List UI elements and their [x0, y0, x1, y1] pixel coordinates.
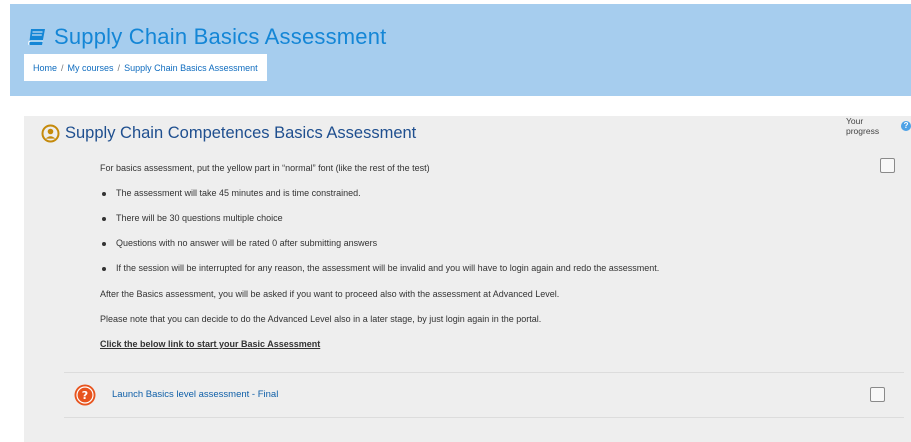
section-completion-checkbox[interactable] [880, 158, 895, 173]
course-title: Supply Chain Basics Assessment [54, 24, 387, 49]
bullet-icon [102, 191, 106, 196]
breadcrumb-separator: / [117, 62, 121, 73]
breadcrumb-course[interactable]: Supply Chain Basics Assessment [124, 63, 258, 73]
list-item-text: Questions with no answer will be rated 0… [116, 238, 378, 248]
section-title: Supply Chain Competences Basics Assessme… [41, 124, 416, 143]
start-instruction: Click the below link to start your Basic… [100, 339, 321, 349]
breadcrumb-home[interactable]: Home [33, 63, 57, 73]
progress-label: Your progress [846, 116, 880, 136]
list-item-text: If the session will be interrupted for a… [116, 263, 660, 273]
left-margin [0, 0, 10, 442]
user-circle-icon [41, 124, 60, 143]
activity-completion-checkbox[interactable] [870, 387, 885, 402]
bullet-icon [102, 216, 106, 221]
breadcrumb-my-courses[interactable]: My courses [68, 63, 114, 73]
quiz-help-icon: ? [74, 384, 96, 406]
page: Supply Chain Basics Assessment Home / My… [10, 0, 911, 442]
svg-text:?: ? [82, 389, 88, 402]
breadcrumb: Home / My courses / Supply Chain Basics … [24, 54, 267, 81]
section-title-text: Supply Chain Competences Basics Assessme… [65, 124, 417, 142]
breadcrumb-separator: / [61, 62, 64, 73]
list-item: The assessment will take 45 minutes and … [98, 187, 361, 199]
list-item: If the session will be interrupted for a… [98, 262, 659, 274]
summary-after-text: After the Basics assessment, you will be… [100, 289, 560, 299]
list-item-text: The assessment will take 45 minutes and … [116, 188, 361, 198]
list-item: There will be 30 questions multiple choi… [98, 212, 283, 224]
bullet-icon [102, 241, 106, 246]
summary-intro: For basics assessment, put the yellow pa… [100, 163, 430, 173]
list-item-text: There will be 30 questions multiple choi… [116, 213, 283, 223]
book-icon [26, 26, 48, 48]
list-item: Questions with no answer will be rated 0… [98, 237, 377, 249]
progress-indicator: Your progress ? [846, 116, 911, 136]
summary-note-text: Please note that you can decide to do th… [100, 314, 542, 324]
page-header: Supply Chain Basics Assessment Home / My… [10, 4, 911, 96]
activity-quiz[interactable]: ? Launch Basics level assessment - Final [64, 372, 904, 418]
page-title: Supply Chain Basics Assessment [26, 24, 387, 50]
help-icon[interactable]: ? [901, 121, 911, 131]
launch-assessment-link[interactable]: Launch Basics level assessment - Final [112, 389, 278, 400]
bullet-icon [102, 266, 106, 271]
course-section: Supply Chain Competences Basics Assessme… [24, 116, 911, 442]
